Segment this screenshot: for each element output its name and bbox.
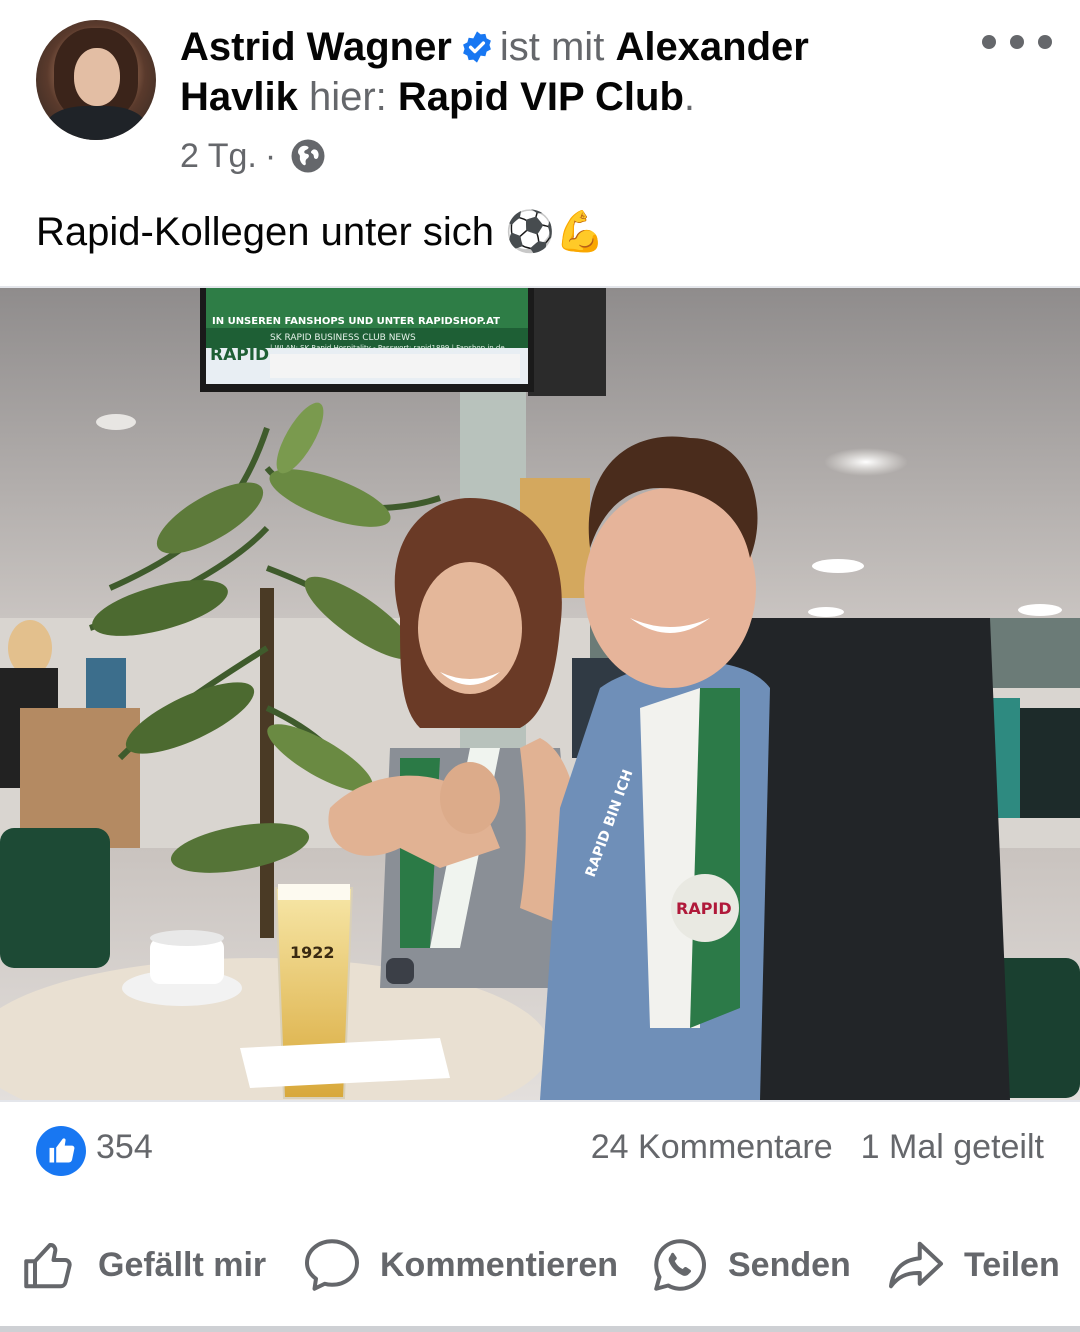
tv-screen: IN UNSEREN FANSHOPS UND UNTER RAPIDSHOP.… — [200, 288, 534, 392]
more-dot-icon — [1038, 35, 1052, 49]
like-button-label: Gefällt mir — [98, 1245, 267, 1284]
author-avatar[interactable] — [36, 20, 156, 140]
tv-ticker-line2: SK RAPID BUSINESS CLUB NEWS — [270, 333, 416, 343]
post-meta: 2 Tg. · — [180, 134, 326, 178]
avatar-face — [74, 48, 120, 106]
post-title: Astrid Wagner ist mit Alexander Havlik hi… — [180, 22, 900, 122]
send-button[interactable]: Senden — [650, 1220, 851, 1310]
green-chair — [0, 828, 110, 968]
scarf-badge-text: RAPID — [676, 899, 732, 918]
bottom-divider — [0, 1326, 1080, 1332]
post-stats: 354 24 Kommentare 1 Mal geteilt — [0, 1110, 1080, 1190]
share-count[interactable]: 1 Mal geteilt — [861, 1128, 1044, 1167]
thumbs-up-icon — [24, 1243, 72, 1289]
like-count[interactable]: 354 — [96, 1128, 153, 1167]
tagged-user-lastname[interactable]: Havlik — [180, 75, 298, 119]
ceiling-light — [808, 607, 844, 617]
share-button-label: Teilen — [964, 1245, 1060, 1284]
with-text: ist mit — [499, 25, 605, 69]
comment-count[interactable]: 24 Kommentare — [591, 1128, 833, 1167]
action-bar: Gefällt mir Kommentieren Senden Teilen — [0, 1220, 1080, 1310]
location-link[interactable]: Rapid VIP Club — [398, 75, 684, 119]
ceiling-light — [96, 414, 136, 430]
more-dot-icon — [1010, 35, 1024, 49]
like-reaction-icon[interactable] — [36, 1126, 86, 1176]
location-suffix: . — [683, 75, 696, 119]
globe-icon — [291, 139, 325, 173]
share-arrow-icon — [889, 1241, 943, 1289]
tv-logo: RAPID — [210, 345, 269, 365]
like-button[interactable]: Gefällt mir — [20, 1220, 266, 1310]
engagement-counts: 24 Kommentare 1 Mal geteilt — [591, 1128, 1044, 1167]
more-options-button[interactable] — [982, 22, 1052, 62]
post-time[interactable]: 2 Tg. — [180, 137, 257, 176]
send-button-label: Senden — [728, 1245, 851, 1284]
whatsapp-icon — [654, 1239, 706, 1291]
ceiling-light — [824, 448, 908, 476]
meta-separator: · — [264, 136, 277, 175]
verified-badge-icon — [462, 31, 491, 63]
tagged-user[interactable]: Alexander — [615, 25, 808, 69]
comment-button-label: Kommentieren — [380, 1245, 619, 1284]
share-button[interactable]: Teilen — [886, 1220, 1060, 1310]
tv-mount — [528, 288, 606, 396]
post-text: Rapid-Kollegen unter sich ⚽💪 — [36, 210, 605, 254]
tv-ticker-line1: IN UNSEREN FANSHOPS UND UNTER RAPIDSHOP.… — [212, 316, 500, 327]
ceiling-light — [1018, 604, 1062, 616]
glass-text: 1922 — [290, 943, 335, 962]
post-photo[interactable]: IN UNSEREN FANSHOPS UND UNTER RAPIDSHOP.… — [0, 286, 1080, 1102]
tv-ticker-line3: | WLAN: SK Rapid Hospitality - Passwort:… — [270, 344, 505, 352]
comment-button[interactable]: Kommentieren — [302, 1220, 618, 1310]
author-name[interactable]: Astrid Wagner — [180, 25, 452, 69]
post-header: Astrid Wagner ist mit Alexander Havlik hi… — [0, 0, 1080, 180]
comment-bubble-icon — [305, 1239, 359, 1291]
ceiling-light — [812, 559, 864, 573]
location-prefix: hier: — [308, 75, 387, 119]
avatar-body — [46, 106, 146, 140]
photo-illustration: IN UNSEREN FANSHOPS UND UNTER RAPIDSHOP.… — [0, 288, 1080, 1100]
more-dot-icon — [982, 35, 996, 49]
